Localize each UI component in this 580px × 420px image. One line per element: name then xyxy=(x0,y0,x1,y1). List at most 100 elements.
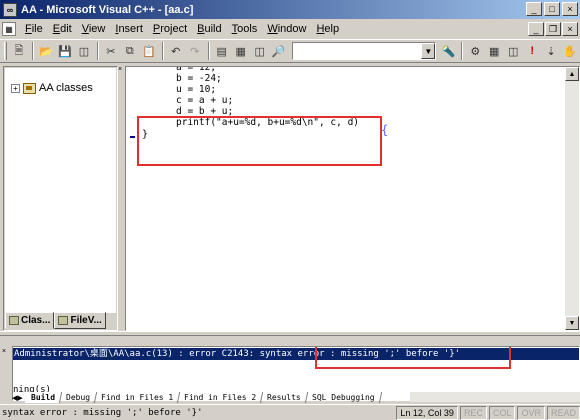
cut-icon[interactable]: ✂ xyxy=(102,42,120,60)
menu-insert[interactable]: Insert xyxy=(110,23,148,35)
window-title: AA - Microsoft Visual C++ - [aa.c] xyxy=(21,3,194,16)
workspace-panel: + AA classes Clas... FileV... xyxy=(3,66,118,331)
title-bar: ∞ AA - Microsoft Visual C++ - [aa.c] _ □… xyxy=(0,0,580,19)
chevron-down-icon[interactable]: ▼ xyxy=(421,43,436,59)
separator xyxy=(161,42,164,60)
cursor-position: Ln 12, Col 39 xyxy=(396,405,458,420)
brace-match-marker: { xyxy=(381,123,389,137)
build-icon[interactable]: ▦ xyxy=(485,42,503,60)
editor-margin[interactable] xyxy=(126,67,138,330)
class-view-icon xyxy=(9,316,19,325)
go-icon[interactable]: ⇣ xyxy=(542,42,560,60)
tab-file-view[interactable]: FileV... xyxy=(54,312,106,329)
code-line[interactable]: a = 12; xyxy=(176,67,359,73)
close-icon[interactable]: × xyxy=(2,348,6,355)
tab-class-view[interactable]: Clas... xyxy=(5,312,55,329)
find-icon[interactable]: 🔦 xyxy=(439,42,457,60)
tab-nav-icon[interactable]: ◀▶ xyxy=(12,394,23,402)
doc-close-button[interactable]: × xyxy=(562,22,578,36)
highlight-box xyxy=(137,116,382,166)
expand-icon[interactable]: + xyxy=(11,83,20,93)
app-icon[interactable]: ∞ xyxy=(3,2,17,17)
tab-label: Find in Files 1 xyxy=(100,393,174,402)
tab-sql-debugging[interactable]: SQL Debugging xyxy=(306,392,382,403)
tab-find-in-files-1[interactable]: Find in Files 1 xyxy=(94,392,181,403)
redo-icon[interactable]: ↷ xyxy=(186,42,204,60)
close-icon[interactable]: × xyxy=(118,66,125,73)
doc-restore-button[interactable]: ❐ xyxy=(545,22,561,36)
tree-item-aa-classes[interactable]: + AA classes xyxy=(11,82,93,94)
separator xyxy=(96,42,99,60)
tab-results[interactable]: Results xyxy=(261,392,309,403)
status-indicator-ovr: OVR xyxy=(517,405,545,420)
output-hscroll[interactable] xyxy=(410,392,580,402)
code-line[interactable]: b = -24; xyxy=(176,73,359,84)
tab-find-in-files-2[interactable]: Find in Files 2 xyxy=(178,392,264,403)
close-button[interactable]: × xyxy=(562,2,578,16)
tree-item-label: AA classes xyxy=(39,82,93,94)
output-icon[interactable]: ▦ xyxy=(232,42,250,60)
paste-icon[interactable]: 📋 xyxy=(140,42,158,60)
workspace-icon[interactable]: ▤ xyxy=(213,42,231,60)
find-in-files-icon[interactable]: 🔎 xyxy=(270,42,288,60)
minimize-button[interactable]: _ xyxy=(526,2,542,16)
separator xyxy=(207,42,210,60)
status-indicator-read: READ xyxy=(546,405,580,420)
tab-label: Results xyxy=(267,393,302,402)
status-message: syntax error : missing ';' before '}' xyxy=(2,407,203,418)
status-indicator-col: COL xyxy=(488,405,516,420)
code-editor[interactable]: a = 12; b = -24; u = 10; c = a + u; d = b + … xyxy=(125,66,580,331)
menu-help[interactable]: Help xyxy=(311,23,344,35)
undo-icon[interactable]: ↶ xyxy=(167,42,185,60)
toolbar: 🗎 📂 💾 ◫ ✂ ⧉ 📋 ↶ ↷ ▤ ▦ ◫ 🔎 ▼ 🔦 ⚙ ▦ ◫ ! ⇣ … xyxy=(0,39,580,63)
toolbar-grip xyxy=(4,42,7,60)
tab-label: FileV... xyxy=(70,315,102,326)
class-tree[interactable]: + AA classes xyxy=(5,68,116,313)
status-bar: syntax error : missing ';' before '}' Ln… xyxy=(0,404,580,420)
find-combo[interactable]: ▼ xyxy=(291,42,437,60)
status-indicator-rec: REC xyxy=(459,405,487,420)
tab-build[interactable]: Build xyxy=(24,392,63,403)
code-line[interactable]: u = 10; xyxy=(176,84,359,95)
menu-edit[interactable]: Edit xyxy=(48,23,77,35)
scroll-up-icon[interactable]: ▲ xyxy=(565,67,579,81)
output-tabs: ◀▶ Build Debug Find in Files 1 Find in File… xyxy=(12,392,382,403)
editor-scrollbar[interactable]: ▲ ▼ xyxy=(565,67,579,330)
breakpoint-icon[interactable]: ✋ xyxy=(561,42,579,60)
save-all-icon[interactable]: ◫ xyxy=(75,42,93,60)
workspace-splitter[interactable]: × xyxy=(118,66,125,331)
highlight-box xyxy=(315,347,511,369)
tab-debug[interactable]: Debug xyxy=(59,392,98,403)
open-icon[interactable]: 📂 xyxy=(37,42,55,60)
tab-label: Clas... xyxy=(21,315,51,326)
class-folder-icon xyxy=(23,82,36,94)
menu-window[interactable]: Window xyxy=(262,23,311,35)
file-view-icon xyxy=(58,316,69,325)
compile-icon[interactable]: ⚙ xyxy=(466,42,484,60)
separator xyxy=(31,42,34,60)
code-line[interactable]: c = a + u; xyxy=(176,95,359,106)
menu-project[interactable]: Project xyxy=(148,23,192,35)
document-icon[interactable]: ▦ xyxy=(2,22,16,36)
doc-minimize-button[interactable]: _ xyxy=(528,22,544,36)
tab-label: Build xyxy=(30,393,55,402)
tab-label: Debug xyxy=(65,393,90,402)
scroll-down-icon[interactable]: ▼ xyxy=(565,316,579,330)
bookmark-marker xyxy=(130,136,135,138)
menu-tools[interactable]: Tools xyxy=(227,23,263,35)
output-splitter[interactable] xyxy=(0,331,580,336)
menu-build[interactable]: Build xyxy=(192,23,226,35)
windows-icon[interactable]: ◫ xyxy=(251,42,269,60)
menu-bar: ▦ File Edit View Insert Project Build Tools Win… xyxy=(0,19,580,39)
copy-icon[interactable]: ⧉ xyxy=(121,42,139,60)
execute-icon[interactable]: ! xyxy=(523,42,541,60)
new-file-icon[interactable]: 🗎 xyxy=(10,42,28,60)
menu-file[interactable]: File xyxy=(20,23,48,35)
separator xyxy=(461,42,464,60)
menu-view[interactable]: View xyxy=(77,23,111,35)
output-side-bar: × xyxy=(0,346,12,401)
save-icon[interactable]: 💾 xyxy=(56,42,74,60)
stop-build-icon[interactable]: ◫ xyxy=(504,42,522,60)
maximize-button[interactable]: □ xyxy=(544,2,560,16)
tab-label: Find in Files 2 xyxy=(184,393,257,402)
